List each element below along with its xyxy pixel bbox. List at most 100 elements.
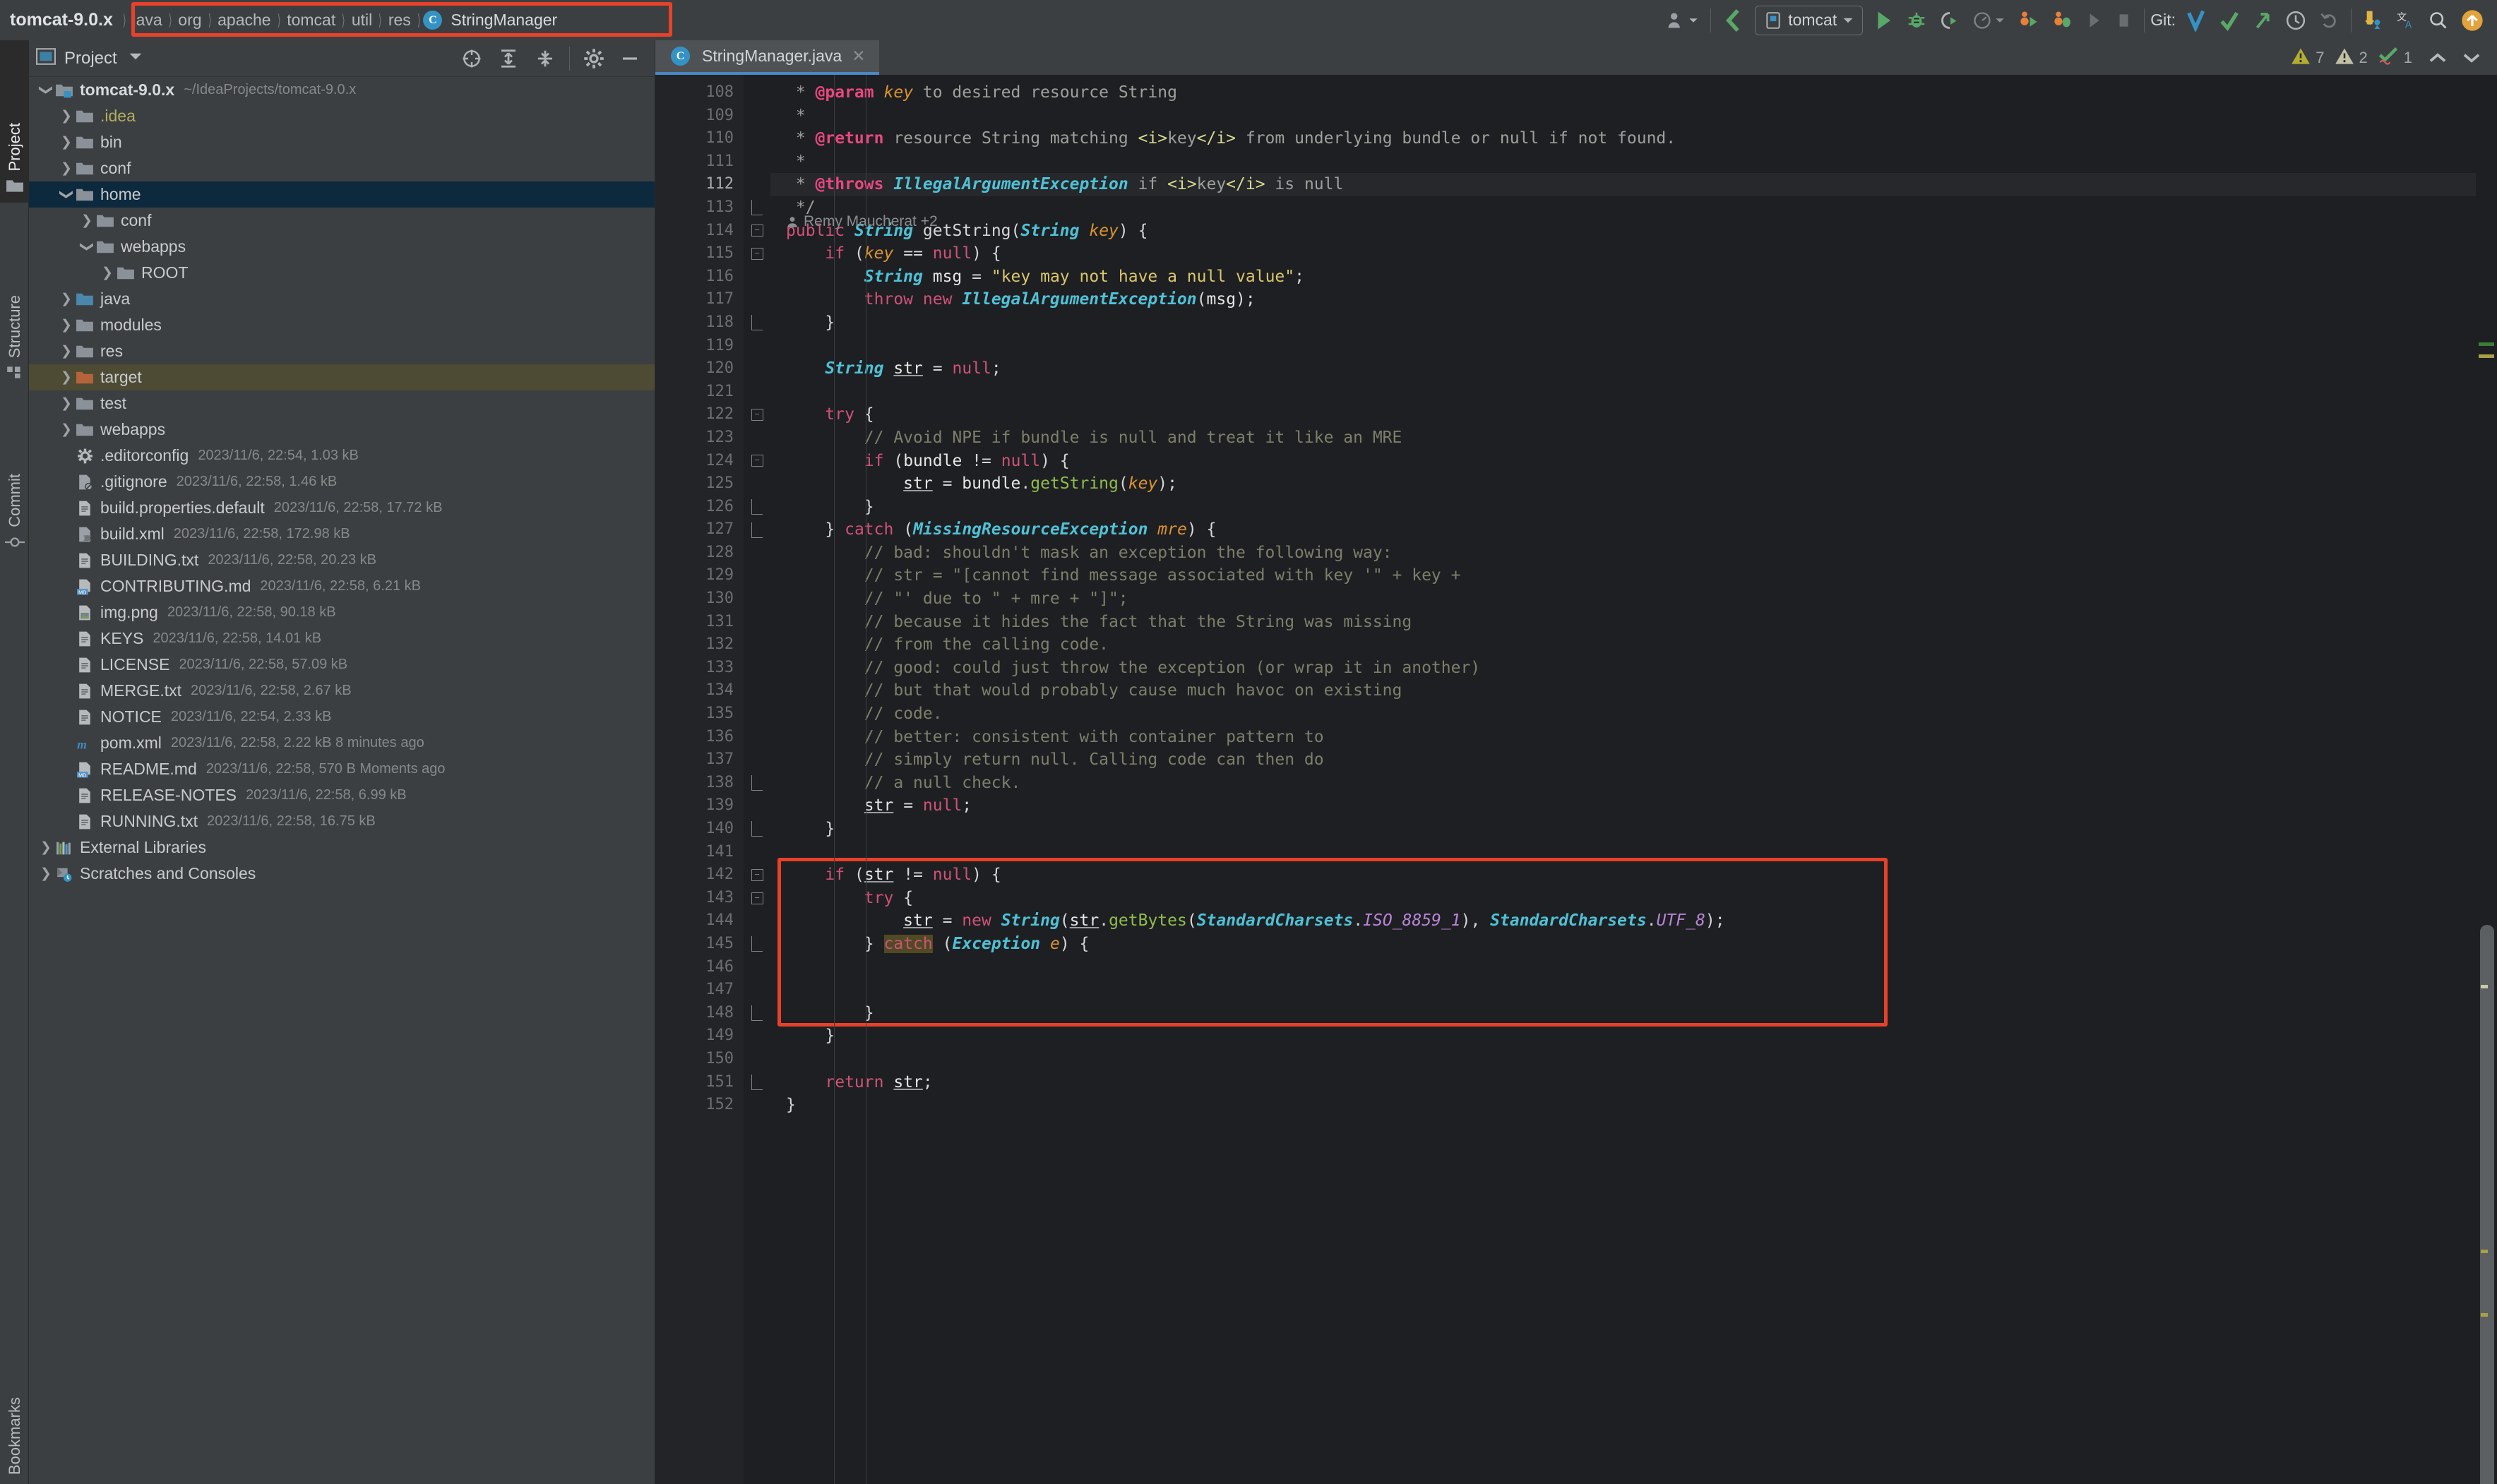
code-line[interactable]: }	[770, 1094, 2497, 1117]
code-line[interactable]: // a null check.	[770, 772, 2497, 795]
tree-node-conf[interactable]: ❯ conf	[29, 208, 655, 234]
marker-green[interactable]	[2479, 342, 2494, 346]
chevron-down-icon[interactable]	[129, 52, 143, 65]
code-line[interactable]: // code.	[770, 702, 2497, 726]
rerun-icon[interactable]	[2079, 4, 2109, 37]
code-line[interactable]: // bad: shouldn't mask an exception the …	[770, 541, 2497, 565]
code-line[interactable]: if (key == null) {	[770, 242, 2497, 265]
marker-warning[interactable]	[2479, 354, 2494, 358]
chevron-right-icon[interactable]: ❯	[58, 291, 75, 307]
chevron-right-icon[interactable]: ❯	[58, 160, 75, 176]
code-line[interactable]: String msg = "key may not have a null va…	[770, 265, 2497, 289]
sidebar-item-project[interactable]: Project	[0, 40, 29, 203]
tree-node-pom-xml[interactable]: m pom.xml 2023/11/6, 22:58, 2.22 kB 8 minu…	[29, 730, 655, 756]
breadcrumb-item-java[interactable]: java	[129, 11, 165, 30]
chevron-right-icon[interactable]: ❯	[78, 213, 95, 229]
sidebar-item-structure[interactable]: Structure	[0, 208, 29, 388]
fold-toggle-icon[interactable]	[744, 1002, 770, 1025]
code-line[interactable]: String str = null;	[770, 357, 2497, 381]
code-line[interactable]: }	[770, 1024, 2497, 1048]
code-line[interactable]	[770, 841, 2497, 864]
chevron-right-icon[interactable]: ❯	[99, 265, 116, 281]
chevron-up-icon[interactable]	[2422, 41, 2453, 75]
run-configuration-selector[interactable]: tomcat	[1755, 5, 1864, 35]
tree-node-readme-md[interactable]: MD README.md 2023/11/6, 22:58, 570 B Momen…	[29, 756, 655, 782]
tree-node-root[interactable]: ❯ ROOT	[29, 260, 655, 286]
code-line[interactable]	[770, 956, 2497, 979]
breadcrumb[interactable]: ⟩ java ⟩ org ⟩ apache ⟩ tomcat ⟩ util ⟩ …	[120, 3, 561, 37]
tree-node-merge-txt[interactable]: MERGE.txt 2023/11/6, 22:58, 2.67 kB	[29, 678, 655, 704]
code-line[interactable]: }	[770, 311, 2497, 335]
project-name-label[interactable]: tomcat-9.0.x	[10, 10, 113, 30]
code-line[interactable]: * @param key to desired resource String	[770, 81, 2497, 104]
notifications-icon[interactable]	[2357, 4, 2390, 37]
back-arrow-icon[interactable]	[1717, 4, 1751, 37]
chevron-right-icon[interactable]: ❯	[58, 395, 75, 412]
chevron-right-icon[interactable]: ❯	[58, 108, 75, 124]
breadcrumb-item-util[interactable]: util	[348, 11, 376, 30]
fold-toggle-icon[interactable]	[744, 518, 770, 541]
fold-toggle-icon[interactable]: −	[744, 863, 770, 887]
editor-vertical-scrollbar[interactable]	[2480, 925, 2494, 1484]
code-line[interactable]: * @return resource String matching <i>ke…	[770, 127, 2497, 150]
code-line[interactable]: // str = "[cannot find message associate…	[770, 564, 2497, 587]
code-line[interactable]	[770, 381, 2497, 404]
breadcrumb-item-apache[interactable]: apache	[214, 11, 274, 30]
fold-toggle-icon[interactable]	[744, 496, 770, 519]
profile-icon[interactable]	[1966, 4, 2011, 37]
code-line[interactable]: *	[770, 104, 2497, 128]
code-line[interactable]: throw new IllegalArgumentException(msg);	[770, 288, 2497, 311]
tree-node-target[interactable]: ❯ target	[29, 364, 655, 390]
tree-node-running-txt[interactable]: RUNNING.txt 2023/11/6, 22:58, 16.75 kB	[29, 808, 655, 834]
tree-node-test[interactable]: ❯ test	[29, 390, 655, 417]
marker-warning[interactable]	[2481, 1313, 2488, 1317]
gear-icon[interactable]	[576, 48, 612, 69]
code-line[interactable]: // Avoid NPE if bundle is null and treat…	[770, 426, 2497, 450]
debug-icon[interactable]	[1900, 4, 1933, 37]
tree-node-modules[interactable]: ❯ modules	[29, 312, 655, 338]
tree-node-release-notes[interactable]: RELEASE-NOTES 2023/11/6, 22:58, 6.99 kB	[29, 782, 655, 808]
chevron-down-icon[interactable]: ❯	[59, 186, 75, 203]
code-line[interactable]: } catch (MissingResourceException mre) {	[770, 518, 2497, 541]
tomcat-debug-icon[interactable]	[2045, 4, 2079, 37]
expand-all-button[interactable]	[490, 49, 527, 68]
chevron-right-icon[interactable]: ❯	[58, 317, 75, 333]
tomcat-run-icon[interactable]	[2011, 4, 2045, 37]
stop-icon[interactable]	[2109, 4, 2138, 37]
user-avatar-icon[interactable]	[1659, 4, 1705, 37]
code-line[interactable]: // from the calling code.	[770, 633, 2497, 657]
code-line[interactable]: }	[770, 1002, 2497, 1025]
breadcrumb-item-tomcat[interactable]: tomcat	[283, 11, 339, 30]
tree-node-bin[interactable]: ❯ bin	[29, 129, 655, 155]
chevron-right-icon[interactable]: ❯	[37, 839, 54, 856]
code-line[interactable]: // good: could just throw the exception …	[770, 657, 2497, 680]
tree-node-external-libraries[interactable]: ❯ External Libraries	[29, 834, 655, 861]
chevron-right-icon[interactable]: ❯	[58, 369, 75, 385]
tree-node-java[interactable]: ❯ java	[29, 286, 655, 312]
tree-node-build-xml[interactable]: build.xml 2023/11/6, 22:58, 172.98 kB	[29, 521, 655, 547]
fold-toggle-icon[interactable]	[744, 196, 770, 220]
git-history-icon[interactable]	[2279, 4, 2313, 37]
git-push-icon[interactable]	[2246, 4, 2279, 37]
close-icon[interactable]: ✕	[852, 47, 865, 66]
tree-node-build-properties-default[interactable]: build.properties.default 2023/11/6, 22:58…	[29, 495, 655, 521]
tree-node-webapps[interactable]: ❯ webapps	[29, 234, 655, 260]
tree-node--editorconfig[interactable]: .editorconfig 2023/11/6, 22:54, 1.03 kB	[29, 443, 655, 469]
sidebar-item-commit[interactable]: Commit	[0, 393, 29, 559]
fold-toggle-icon[interactable]	[744, 772, 770, 795]
tree-node-scratches-and-consoles[interactable]: ❯ Scratches and Consoles	[29, 861, 655, 887]
code-line[interactable]: // because it hides the fact that the St…	[770, 611, 2497, 634]
tree-node-img-png[interactable]: img.png 2023/11/6, 22:58, 90.18 kB	[29, 599, 655, 626]
git-rollback-icon[interactable]	[2313, 4, 2345, 37]
fold-toggle-icon[interactable]	[744, 818, 770, 841]
chevron-right-icon[interactable]: ❯	[58, 134, 75, 150]
code-folding-gutter[interactable]: − − − − − −	[744, 75, 770, 1484]
inspection-widget[interactable]: 7 2 1	[2291, 40, 2487, 75]
chevron-down-icon[interactable]	[2456, 41, 2487, 75]
code-line[interactable]: // "' due to " + mre + "]";	[770, 587, 2497, 611]
code-line[interactable]: str = new String(str.getBytes(StandardCh…	[770, 909, 2497, 933]
tree-node-tomcat-9-0-x[interactable]: ❯ tomcat-9.0.x ~/IdeaProjects/tomcat-9.0.x	[29, 77, 655, 103]
chevron-down-icon[interactable]: ❯	[79, 239, 95, 256]
collapse-all-button[interactable]	[527, 49, 564, 68]
code-editor[interactable]: 108 109 110 111 112 113 114 115 116 117 118 119 120 1…	[655, 75, 2497, 1484]
